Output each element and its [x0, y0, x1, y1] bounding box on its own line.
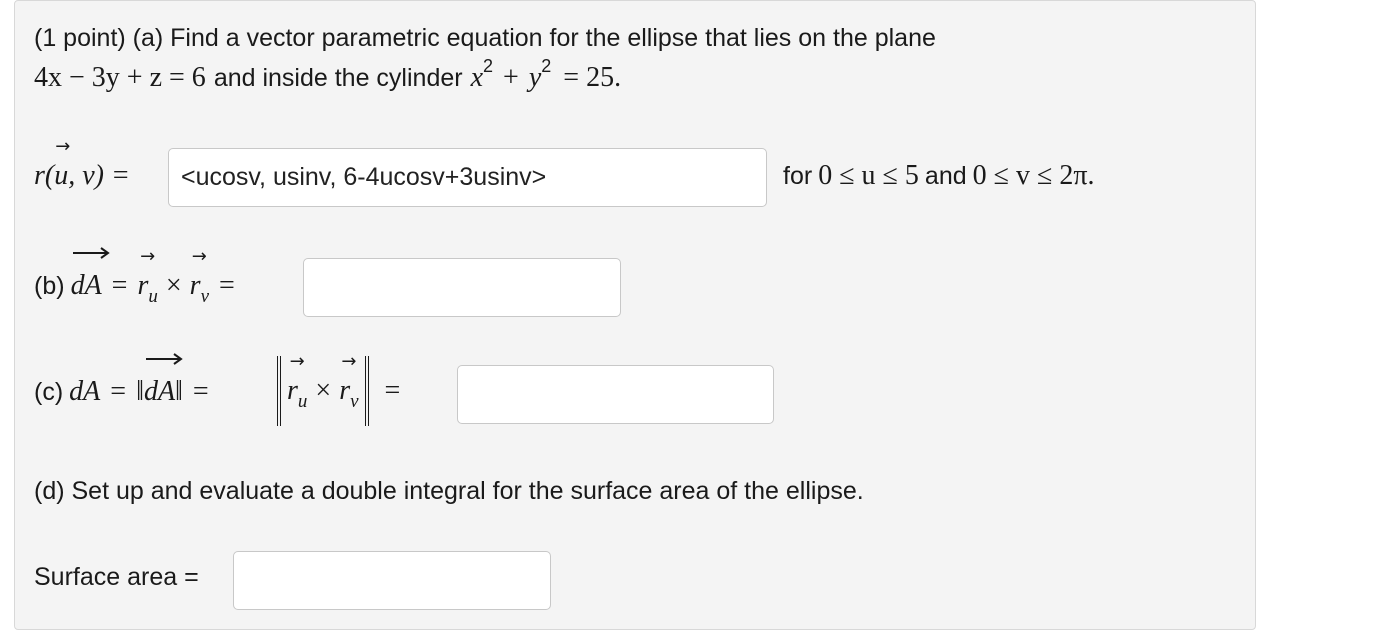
cylinder-x-exp: 2 [483, 55, 494, 76]
vector-arrow-icon: → [191, 246, 207, 267]
surface-area-label: Surface area = [34, 563, 199, 591]
problem-intro: (1 point) (a) Find a vector parametric e… [34, 24, 936, 52]
norm-open: ‖ [136, 376, 144, 407]
equals-sign: = [219, 270, 235, 301]
vector-arrow-icon: → [140, 246, 156, 267]
cylinder-x: x [470, 62, 484, 93]
surface-area-input[interactable] [233, 551, 551, 610]
part-d-text: (d) Set up and evaluate a double integra… [34, 477, 864, 505]
u-range: 0 ≤ u ≤ 5 [818, 160, 919, 191]
r-v-symbol: → rv [189, 246, 210, 308]
and-text: and [924, 161, 967, 190]
cylinder-y: y [528, 62, 542, 93]
norm-close: ‖ [175, 376, 183, 407]
dA-vector: dA [71, 247, 110, 302]
vector-arrow-icon: → [55, 136, 71, 157]
part-a-answer-input[interactable]: <ucosv, usinv, 6-4ucosv+3usinv> [168, 148, 767, 207]
part-a-range: for 0 ≤ u ≤ 5 and 0 ≤ v ≤ 2π. [783, 160, 1095, 192]
cylinder-plus: + [503, 62, 519, 93]
equals-sign: = [110, 376, 127, 407]
r-u-symbol: → ru [137, 246, 158, 308]
cylinder-y-exp: 2 [541, 55, 552, 76]
vector-arrow-icon: → [289, 351, 305, 372]
equals-sign: = [192, 376, 209, 407]
dA-vector: dA [144, 353, 183, 408]
r-v-symbol: → rv [339, 351, 359, 413]
part-c-answer-input[interactable] [457, 365, 774, 424]
long-arrow-icon [145, 353, 183, 365]
and-inside-text: and inside the cylinder [213, 63, 463, 92]
equals-sign: = [111, 270, 128, 301]
part-a-lhs: → r(u, v) = [34, 136, 130, 192]
part-b-answer-input[interactable] [303, 258, 621, 317]
part-c-tag: (c) [34, 377, 64, 406]
r-vector-symbol: → r(u, v) = [34, 136, 130, 192]
vector-arrow-icon: → [341, 351, 357, 372]
big-norm-bars: → ru × → rv [277, 351, 369, 426]
part-b-tag: (b) [34, 271, 65, 300]
problem-panel [14, 0, 1256, 630]
cylinder-rhs: = 25. [563, 62, 622, 93]
cross-sign: × [165, 270, 182, 301]
part-c-label: (c) dA = ‖ dA ‖ = [34, 353, 219, 408]
equals-sign: = [384, 375, 401, 406]
plane-equation: 4x − 3y + z = 6 [34, 62, 206, 93]
r-u-symbol: → ru [287, 351, 308, 413]
v-range: 0 ≤ v ≤ 2π. [972, 160, 1095, 191]
part-b-label: (b) dA = → ru × → rv = [34, 246, 235, 308]
dA-scalar: dA [69, 376, 101, 407]
for-text: for [783, 161, 813, 190]
long-arrow-icon [72, 247, 110, 259]
problem-equation-line: 4x − 3y + z = 6 and inside the cylinder … [34, 56, 622, 94]
cross-product-norm: → ru × → rv = [273, 351, 401, 426]
cross-sign: × [315, 375, 332, 406]
